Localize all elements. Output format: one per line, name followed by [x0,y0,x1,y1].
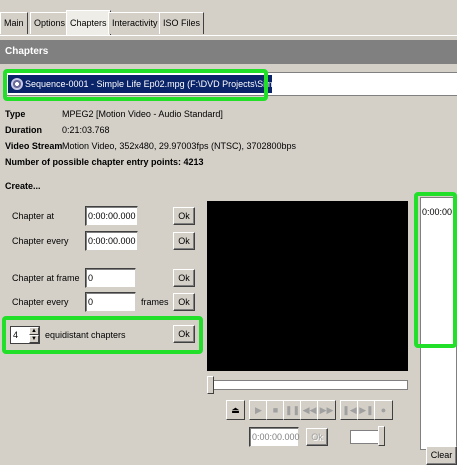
type-label: Type [5,109,26,119]
player-time-input[interactable]: 0:00:00.000 [249,427,300,447]
tab-options[interactable]: Options [30,12,70,34]
highlight-equidistant [2,316,203,354]
position-slider[interactable] [210,380,408,390]
chapter-at-frame-label: Chapter at frame [12,273,80,283]
chapter-every-ok-button[interactable]: Ok [173,232,195,250]
type-value: MPEG2 [Motion Video - Audio Standard] [62,109,223,119]
frames-unit-label: frames [141,297,169,307]
tab-main[interactable]: Main [0,12,28,34]
tab-iso-files[interactable]: ISO Files [159,12,205,34]
duration-value: 0:21:03.768 [62,125,110,135]
chapter-every-label: Chapter every [12,236,69,246]
tab-interactivity[interactable]: Interactivity [108,12,162,34]
create-label: Create... [5,181,41,191]
tab-bar: Main Options Chapters Interactivity ISO … [0,0,457,36]
tab-divider [0,35,457,36]
panel-title: Chapters [0,40,457,64]
highlight-chapter-list [414,192,457,348]
chapter-every-frames-input[interactable]: 0 [85,292,136,312]
volume-slider-thumb[interactable] [378,426,385,446]
chapter-every-frames-ok-button[interactable]: Ok [173,293,195,311]
entry-points: Number of possible chapter entry points:… [5,157,204,167]
clear-button[interactable]: Clear [426,446,457,465]
record-icon[interactable]: ● [374,400,393,420]
fast-forward-icon[interactable]: ▶▶ [317,400,336,420]
chapter-at-label: Chapter at [12,211,55,221]
chapter-at-ok-button[interactable]: Ok [173,207,195,225]
highlight-source [3,69,268,101]
chapter-every-frames-label: Chapter every [12,297,69,307]
stream-label: Video Stream [5,141,63,151]
chapter-at-frame-ok-button[interactable]: Ok [173,269,195,287]
chapter-at-frame-input[interactable]: 0 [85,268,136,288]
chapter-at-input[interactable]: 0:00:00.000 [85,206,138,226]
tab-chapters[interactable]: Chapters [66,10,111,36]
eject-icon[interactable]: ⏏ [226,400,245,420]
stream-value: Motion Video, 352x480, 29.97003fps (NTSC… [62,141,296,151]
video-preview [207,201,408,371]
player-ok-button[interactable]: Ok [306,428,328,446]
position-slider-thumb[interactable] [207,376,214,394]
duration-label: Duration [5,125,42,135]
chapter-every-input[interactable]: 0:00:00.000 [85,231,138,251]
